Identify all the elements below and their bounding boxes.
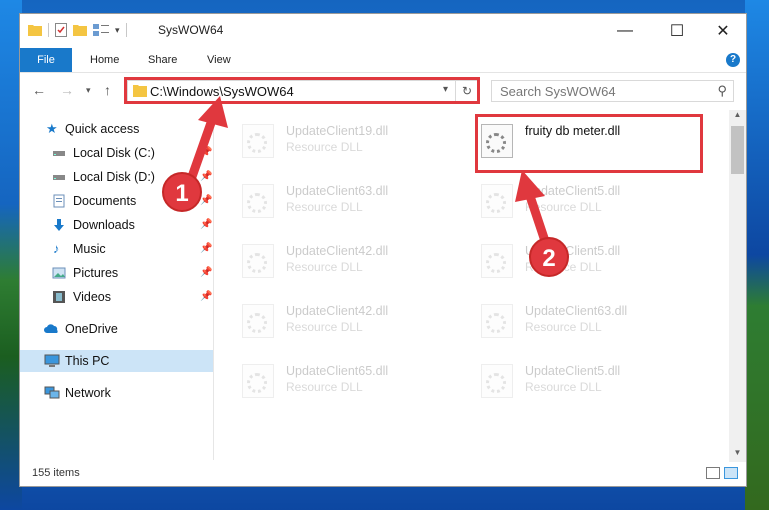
step-badge-2: 2 bbox=[529, 237, 569, 277]
annotation-arrows bbox=[183, 96, 553, 255]
step-badge-1: 1 bbox=[162, 172, 202, 212]
